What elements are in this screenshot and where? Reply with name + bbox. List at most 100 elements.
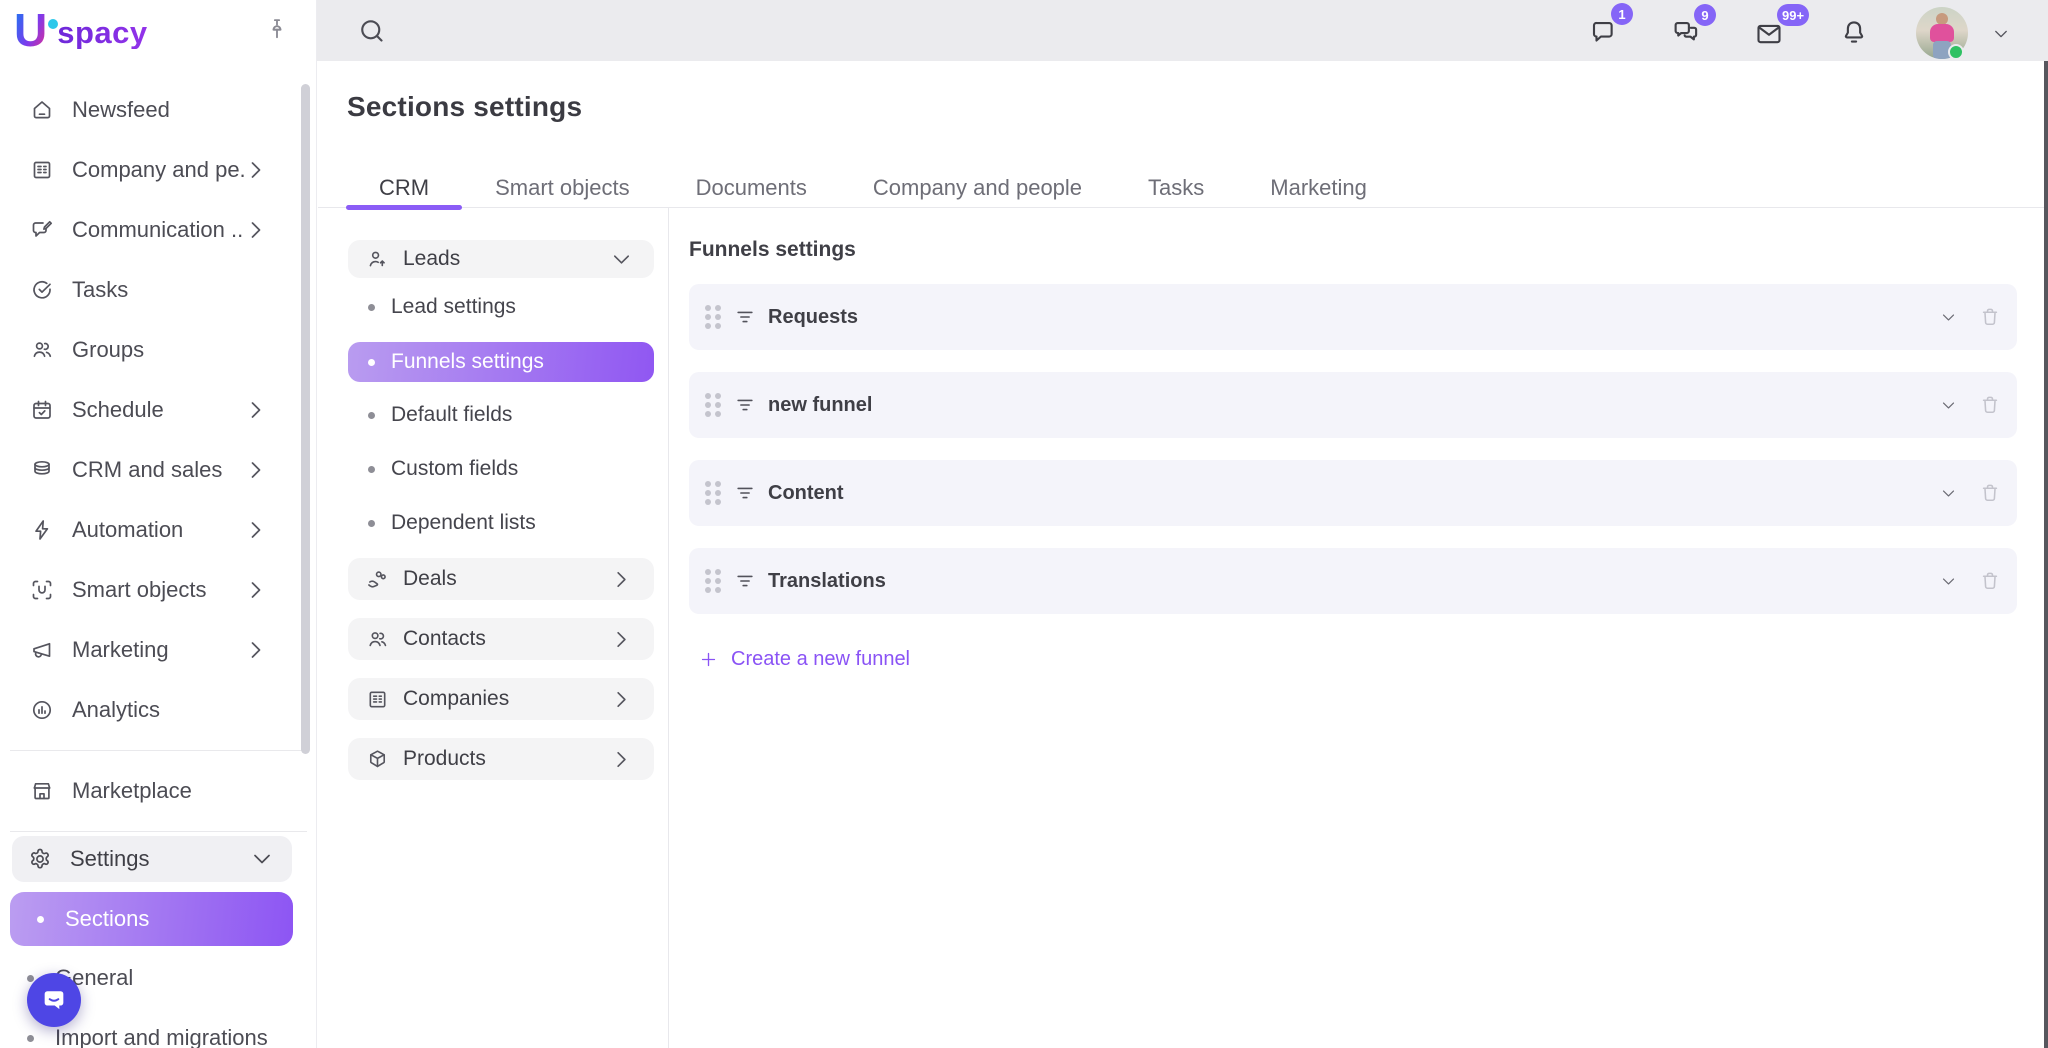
sidebar-item-label: Company and pe... <box>72 157 244 183</box>
tabs: CRM Smart objects Documents Company and … <box>346 167 1400 208</box>
tab-crm[interactable]: CRM <box>346 167 462 208</box>
sidebar-item-analytics[interactable]: Analytics <box>0 680 317 740</box>
subnav-item-dependent-lists[interactable]: Dependent lists <box>348 504 654 542</box>
stack-icon <box>30 458 54 482</box>
chevron-down-icon[interactable] <box>1940 397 1957 414</box>
profile-chevron-down-icon[interactable] <box>1992 25 2010 43</box>
subnav-group-products[interactable]: Products <box>348 738 654 780</box>
sidebar-item-label: Newsfeed <box>72 97 170 123</box>
bolt-icon <box>30 518 54 542</box>
company-card-icon <box>30 158 54 182</box>
topbar: 1 9 99+ <box>317 0 2048 61</box>
tab-marketing[interactable]: Marketing <box>1237 167 1400 208</box>
funnel-row-translations[interactable]: Translations <box>689 548 2017 614</box>
sidebar-item-tasks[interactable]: Tasks <box>0 260 317 320</box>
page-scrollbar[interactable] <box>2044 61 2048 1048</box>
tab-smart-objects[interactable]: Smart objects <box>462 167 663 208</box>
chevron-down-icon[interactable] <box>1940 485 1957 502</box>
subnav-group-deals[interactable]: Deals <box>348 558 654 600</box>
chevron-down-icon[interactable] <box>1940 309 1957 326</box>
team-chat-badge: 9 <box>1694 4 1716 26</box>
subnav-item-label: Funnels settings <box>391 350 544 374</box>
chevron-right-icon <box>244 458 268 482</box>
subnav-item-label: Custom fields <box>391 457 518 481</box>
sidebar-item-communication[interactable]: Communication ... <box>0 200 317 260</box>
subnav-group-label: Leads <box>403 247 460 271</box>
chevron-down-icon[interactable] <box>1940 573 1957 590</box>
notifications-bell-icon[interactable] <box>1839 17 1869 47</box>
tab-company-and-people[interactable]: Company and people <box>840 167 1115 208</box>
smart-object-icon <box>30 578 54 602</box>
sidebar-item-smart-objects[interactable]: Smart objects <box>0 560 317 620</box>
panel-divider <box>668 208 669 1048</box>
subnav-group-leads[interactable]: Leads <box>348 240 654 278</box>
sidebar-item-label: Communication ... <box>72 217 244 243</box>
subnav-group-companies[interactable]: Companies <box>348 678 654 720</box>
sidebar-scrollbar[interactable] <box>301 84 310 754</box>
sidebar-item-marketing[interactable]: Marketing <box>0 620 317 680</box>
chevron-right-icon <box>610 748 633 771</box>
main-sidebar: U spacy Newsfeed Company and pe... Commu… <box>0 0 317 1048</box>
sidebar-item-sections-selected[interactable]: Sections <box>10 892 293 946</box>
chevron-right-icon <box>244 518 268 542</box>
sidebar-item-company-and-people[interactable]: Company and pe... <box>0 140 317 200</box>
funnel-filter-icon <box>734 394 756 416</box>
subnav-group-contacts[interactable]: Contacts <box>348 618 654 660</box>
bullet-icon <box>368 304 375 311</box>
drag-handle-icon[interactable] <box>705 569 721 593</box>
page-title: Sections settings <box>347 91 582 123</box>
sidebar-item-label: CRM and sales <box>72 457 222 483</box>
sidebar-item-label: Schedule <box>72 397 164 423</box>
support-chat-launcher-button[interactable] <box>27 973 81 1027</box>
drag-handle-icon[interactable] <box>705 393 721 417</box>
chat-bubble-icon <box>40 986 68 1014</box>
sidebar-item-schedule[interactable]: Schedule <box>0 380 317 440</box>
search-icon[interactable] <box>357 16 387 46</box>
megaphone-icon <box>30 638 54 662</box>
trash-icon[interactable] <box>1979 306 2001 328</box>
tab-tasks[interactable]: Tasks <box>1115 167 1237 208</box>
funnel-row-new-funnel[interactable]: new funnel <box>689 372 2017 438</box>
funnels-panel: Funnels settings Requests new funnel Con… <box>689 208 2017 674</box>
drag-handle-icon[interactable] <box>705 305 721 329</box>
trash-icon[interactable] <box>1979 570 2001 592</box>
mail-icon[interactable] <box>1754 19 1784 49</box>
uspacy-logo[interactable]: U spacy <box>14 12 148 50</box>
sidebar-item-label: Sections <box>65 906 149 932</box>
chevron-right-icon <box>244 578 268 602</box>
subnav-item-default-fields[interactable]: Default fields <box>348 396 654 434</box>
trash-icon[interactable] <box>1979 394 2001 416</box>
uspacy-app: U spacy Newsfeed Company and pe... Commu… <box>0 0 2048 1048</box>
sidebar-item-crm-and-sales[interactable]: CRM and sales <box>0 440 317 500</box>
sidebar-item-automation[interactable]: Automation <box>0 500 317 560</box>
drag-handle-icon[interactable] <box>705 481 721 505</box>
trash-icon[interactable] <box>1979 482 2001 504</box>
subnav-item-funnels-settings-selected[interactable]: Funnels settings <box>348 342 654 382</box>
sidebar-item-marketplace[interactable]: Marketplace <box>0 761 317 821</box>
logo-text: spacy <box>57 17 147 50</box>
funnel-row-requests[interactable]: Requests <box>689 284 2017 350</box>
chat-pen-icon <box>30 218 54 242</box>
sidebar-item-settings[interactable]: Settings <box>12 836 292 882</box>
funnel-name: Requests <box>768 306 858 329</box>
subnav-item-lead-settings[interactable]: Lead settings <box>348 288 654 326</box>
funnels-heading: Funnels settings <box>689 238 2017 262</box>
subnav-group-label: Deals <box>403 567 457 591</box>
sidebar-item-label: Groups <box>72 337 144 363</box>
pin-sidebar-icon[interactable] <box>264 16 290 42</box>
storefront-icon <box>30 779 54 803</box>
sidebar-item-groups[interactable]: Groups <box>0 320 317 380</box>
sidebar-divider <box>10 831 307 832</box>
online-status-dot <box>1948 44 1964 60</box>
create-new-funnel-button[interactable]: Create a new funnel <box>699 648 910 671</box>
contacts-people-icon <box>366 628 389 651</box>
plus-icon <box>699 650 718 669</box>
messenger-badge: 1 <box>1611 3 1633 25</box>
logo-dot-icon <box>48 19 58 29</box>
funnel-filter-icon <box>734 570 756 592</box>
chevron-right-icon <box>244 638 268 662</box>
funnel-row-content[interactable]: Content <box>689 460 2017 526</box>
subnav-item-custom-fields[interactable]: Custom fields <box>348 450 654 488</box>
sidebar-item-newsfeed[interactable]: Newsfeed <box>0 80 317 140</box>
tab-documents[interactable]: Documents <box>663 167 840 208</box>
